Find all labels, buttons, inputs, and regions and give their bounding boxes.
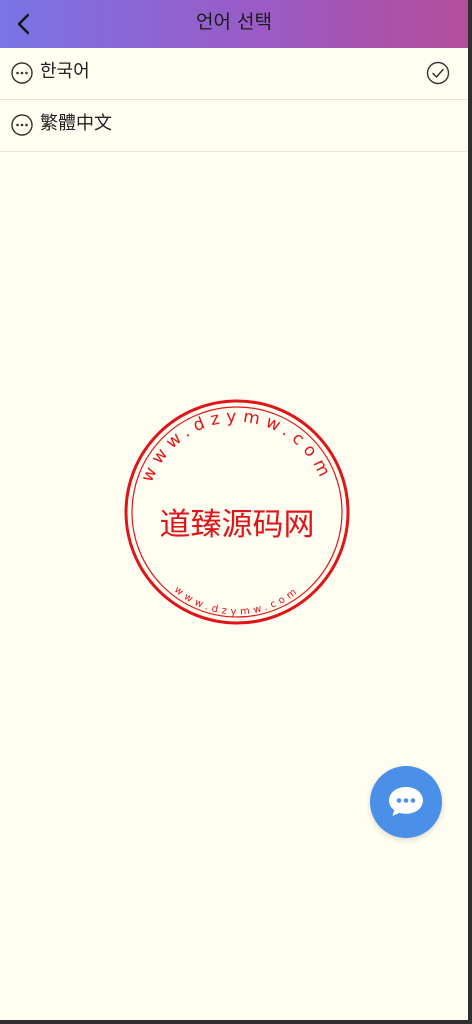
watermark-seal: www.dzymw.com www.dzymw.com 道臻源码网 (124, 399, 350, 625)
language-label: 한국어 (40, 61, 90, 82)
chat-bubble-icon (389, 787, 423, 816)
language-select-screen: 언어 선택 한국어 繁體中文 www.dzymw.com www.dzymw.c… (0, 0, 468, 1020)
language-item-korean[interactable]: 한국어 (0, 48, 468, 100)
chat-fab-button[interactable] (370, 766, 442, 838)
more-circle-icon (11, 62, 33, 84)
language-item-traditional-chinese[interactable]: 繁體中文 (0, 100, 468, 152)
page-title: 언어 선택 (196, 11, 272, 33)
more-circle-icon (11, 114, 33, 136)
svg-text:www.dzymw.com: www.dzymw.com (138, 407, 337, 486)
svg-text:道臻源码网: 道臻源码网 (160, 507, 315, 543)
header-bar: 언어 선택 (0, 0, 468, 48)
language-label: 繁體中文 (40, 113, 112, 134)
check-circle-icon (426, 61, 450, 85)
language-list: 한국어 繁體中文 (0, 48, 468, 152)
